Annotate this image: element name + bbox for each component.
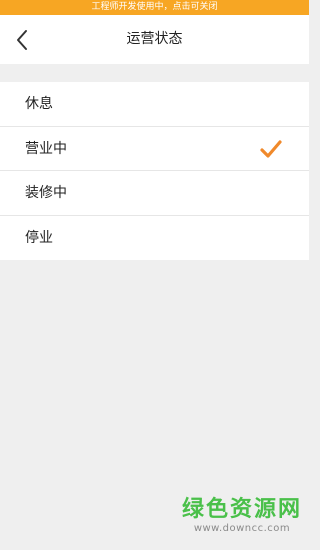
status-option-label: 装修中 bbox=[25, 185, 67, 201]
checkmark-icon bbox=[260, 139, 282, 158]
status-option-open[interactable]: 营业中 bbox=[0, 127, 309, 171]
chevron-left-icon bbox=[17, 30, 27, 50]
status-list: 休息 营业中 装修中 停业 bbox=[0, 82, 309, 260]
watermark-title: 绿色资源网 bbox=[181, 497, 302, 522]
watermark-url: www.downcc.com bbox=[193, 523, 291, 534]
site-watermark: 绿色资源网 www.downcc.com bbox=[182, 491, 302, 534]
nav-bar: 运营状态 bbox=[0, 15, 309, 64]
status-option-rest[interactable]: 休息 bbox=[0, 82, 309, 127]
status-option-label: 营业中 bbox=[25, 140, 67, 157]
back-button[interactable] bbox=[8, 25, 36, 55]
status-option-renovating[interactable]: 装修中 bbox=[0, 171, 309, 216]
status-option-label: 停业 bbox=[25, 229, 53, 246]
section-gap bbox=[0, 64, 309, 82]
dev-mode-banner[interactable]: 工程师开发使用中，点击可关闭 bbox=[0, 0, 309, 15]
page-title: 运营状态 bbox=[126, 31, 183, 47]
status-option-label: 休息 bbox=[25, 96, 53, 112]
status-option-closed[interactable]: 停业 bbox=[0, 216, 309, 261]
